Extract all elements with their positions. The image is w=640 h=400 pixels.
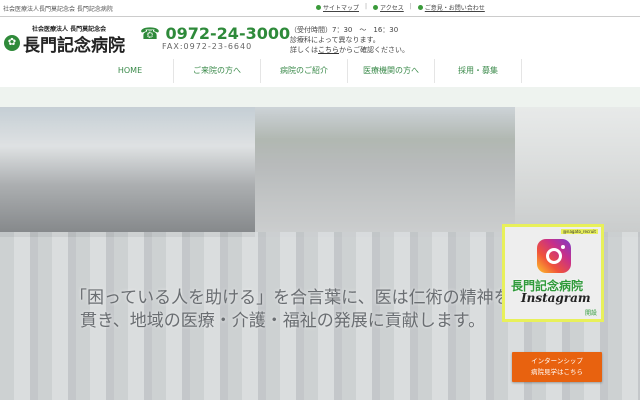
instagram-label: Instagram xyxy=(521,291,591,305)
hero-slogan: 「困っている人を助ける」を合言葉に、医は仁術の精神を 貫き、地域の医療・介護・福… xyxy=(70,287,511,333)
hero-banner: 「困っている人を助ける」を合言葉に、医は仁術の精神を 貫き、地域の医療・介護・福… xyxy=(0,107,640,400)
instagram-icon xyxy=(537,239,571,273)
top-bar: 社会医療法人長門莫記念会 長門記念病院 サイトマップ | アクセス | ご意見・… xyxy=(0,0,640,17)
utility-links: サイトマップ | アクセス | ご意見・お問い合わせ xyxy=(316,3,485,12)
bullet-icon xyxy=(316,5,321,10)
hours-detail: 詳しくはこちらからご確認ください。 xyxy=(290,45,409,55)
corporation-name: 社会医療法人長門莫記念会 長門記念病院 xyxy=(3,6,113,13)
sitemap-link[interactable]: サイトマップ xyxy=(316,3,359,12)
details-link[interactable]: こちら xyxy=(318,46,339,54)
nav-home[interactable]: HOME xyxy=(87,59,174,83)
phone-number: ☎ 0972-24-3000 xyxy=(140,24,291,43)
nav-medical-institutions[interactable]: 医療機関の方へ xyxy=(348,59,435,83)
cta-line-2: 病院見学はこちら xyxy=(531,368,583,376)
detail-prefix: 詳しくは xyxy=(290,46,318,54)
divider: | xyxy=(365,3,368,10)
access-label: アクセス xyxy=(380,5,404,12)
nav-recruit[interactable]: 採用・募集 xyxy=(435,59,522,83)
main-nav: HOME ご来院の方へ 病院のご紹介 医療機関の方へ 採用・募集 xyxy=(0,57,640,87)
instagram-banner[interactable]: @nagato_recruit 長門記念病院 Instagram 開設 xyxy=(502,224,604,322)
sitemap-label: サイトマップ xyxy=(323,5,360,12)
divider: | xyxy=(409,3,412,10)
cta-line-1: インターンシップ xyxy=(531,357,583,365)
nav-visitors[interactable]: ご来院の方へ xyxy=(174,59,261,83)
logo-mark-icon: ✿ xyxy=(4,35,20,51)
internship-button[interactable]: インターンシップ 病院見学はこちら xyxy=(512,352,602,382)
bullet-icon xyxy=(417,5,423,10)
instagram-account: @nagato_recruit xyxy=(560,229,598,234)
hours-note: 診療科によって異なります。 xyxy=(290,36,380,44)
access-link[interactable]: アクセス xyxy=(373,3,404,12)
reception-hours: （受付時間）7：30 ～ 16：30 診療科によって異なります。 詳しくはこちら… xyxy=(290,25,409,55)
slogan-line-2: 貫き、地域の医療・介護・福祉の発展に貢献します。 xyxy=(80,311,486,331)
fax-number: FAX:0972-23-6640 xyxy=(162,42,253,51)
contact-label: ご意見・お問い合わせ xyxy=(424,5,485,12)
logo-name: 長門記念病院 xyxy=(23,36,125,56)
nav-about[interactable]: 病院のご紹介 xyxy=(261,59,348,83)
instagram-open: 開設 xyxy=(584,310,597,317)
contact-link[interactable]: ご意見・お問い合わせ xyxy=(417,3,485,12)
detail-suffix: からご確認ください。 xyxy=(339,46,409,54)
bullet-icon xyxy=(373,5,379,10)
hours-line: （受付時間）7：30 ～ 16：30 xyxy=(290,26,399,34)
nav-underbar xyxy=(0,87,640,107)
slogan-line-1: 「困っている人を助ける」を合言葉に、医は仁術の精神を xyxy=(70,288,511,308)
